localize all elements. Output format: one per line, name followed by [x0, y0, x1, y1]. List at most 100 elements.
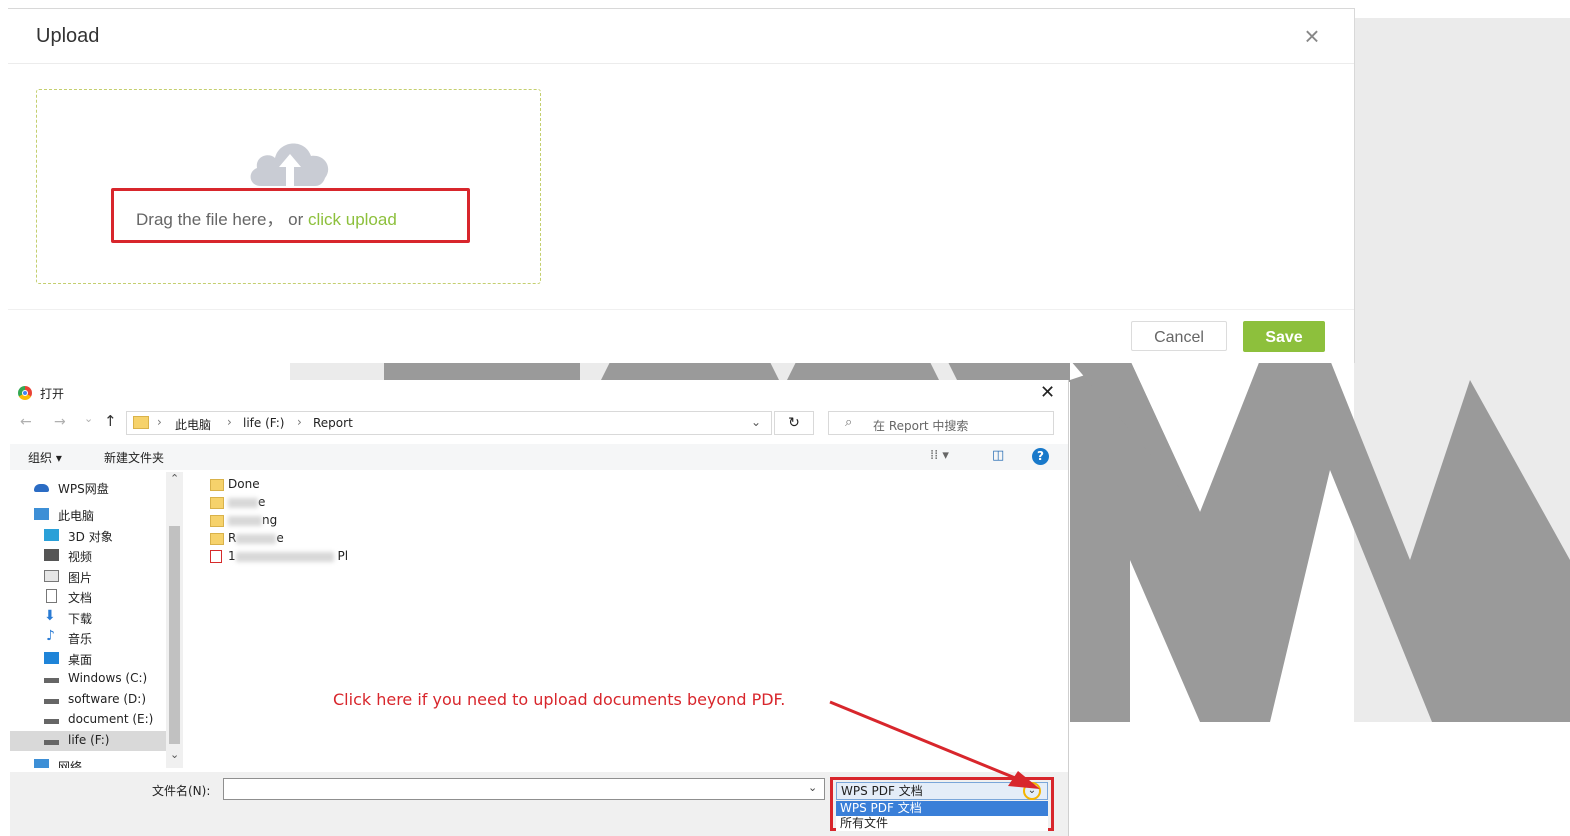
footer-divider	[8, 309, 1354, 310]
pictures-icon	[44, 570, 59, 582]
file-name-end: ng	[262, 513, 278, 527]
file-name: e	[228, 495, 265, 509]
dialog-toolbar: 组织 ▾ 新建文件夹 ⁞⁞ ▾ ◫ ?	[10, 444, 1068, 470]
save-button[interactable]: Save	[1243, 321, 1325, 352]
drive-icon	[44, 719, 59, 724]
filetype-select[interactable]: WPS PDF 文档 ⌄	[836, 782, 1048, 800]
file-name: ng	[228, 513, 277, 527]
nav-item-music[interactable]: ♪ 音乐	[10, 628, 166, 648]
list-item[interactable]: Re	[206, 530, 456, 548]
recent-locations-icon[interactable]: ⌄	[84, 412, 93, 425]
nav-item-drive-d[interactable]: software (D:)	[10, 690, 166, 710]
file-name-end: e	[258, 495, 266, 509]
drop-instruction: Drag the file here， or	[136, 210, 308, 229]
scroll-down-icon[interactable]: ⌄	[170, 748, 179, 761]
folder-icon	[210, 515, 224, 527]
nav-item-label: 网络	[58, 760, 83, 768]
file-name: Re	[228, 531, 284, 545]
redacted-text	[235, 551, 334, 562]
list-item[interactable]: ng	[206, 512, 456, 530]
nav-item-drive-c[interactable]: Windows (C:)	[10, 669, 166, 689]
pdf-icon	[210, 550, 222, 563]
search-icon: ⌕	[845, 415, 853, 430]
redacted-text	[228, 497, 258, 508]
upload-modal: Upload × Drag the file here， or click up…	[8, 8, 1355, 363]
nav-item-network[interactable]: 网络	[10, 756, 166, 768]
navigation-bar: ← → ⌄ ↑ › 此电脑 › life (F:) › Report ⌄ ↻ ⌕…	[10, 410, 1068, 438]
cancel-button[interactable]: Cancel	[1131, 321, 1227, 351]
nav-item-this-pc[interactable]: 此电脑	[10, 505, 166, 525]
nav-item-documents[interactable]: 文档	[10, 587, 166, 607]
click-upload-link[interactable]: click upload	[308, 210, 397, 229]
chevron-down-icon[interactable]: ⌄	[808, 781, 817, 794]
nav-item-desktop[interactable]: 桌面	[10, 649, 166, 669]
nav-item-label: 3D 对象	[68, 530, 113, 544]
refresh-button[interactable]: ↻	[774, 411, 814, 435]
organize-menu[interactable]: 组织 ▾	[28, 449, 62, 466]
chevron-down-icon[interactable]: ⌄	[751, 415, 761, 429]
preview-pane-icon[interactable]: ◫	[992, 448, 1004, 463]
nav-item-label: 视频	[68, 550, 93, 564]
file-name-start: R	[228, 531, 237, 545]
forward-arrow-icon[interactable]: →	[54, 414, 66, 430]
drive-icon	[44, 678, 59, 683]
list-item[interactable]: Done	[206, 476, 456, 494]
filename-input[interactable]	[223, 778, 825, 800]
back-arrow-icon[interactable]: ←	[20, 414, 32, 430]
breadcrumb-separator: ›	[297, 415, 302, 429]
breadcrumb-item[interactable]: life (F:)	[243, 416, 284, 430]
chevron-down-icon[interactable]: ⌄	[1023, 782, 1041, 800]
file-name: 1 Pl	[228, 549, 348, 563]
dialog-close-icon[interactable]: ✕	[1040, 382, 1055, 403]
address-bar[interactable]: › 此电脑 › life (F:) › Report ⌄	[126, 411, 772, 435]
redacted-text	[236, 533, 277, 544]
nav-item-drive-e[interactable]: document (E:)	[10, 710, 166, 730]
nav-scrollbar[interactable]: ⌃ ⌄	[166, 472, 183, 768]
scrollbar-thumb[interactable]	[169, 526, 180, 744]
nav-item-pictures[interactable]: 图片	[10, 567, 166, 587]
breadcrumb-item[interactable]: Report	[313, 416, 353, 430]
scroll-up-icon[interactable]: ⌃	[170, 472, 179, 485]
nav-item-label: 图片	[68, 571, 93, 585]
3d-objects-icon	[44, 529, 59, 541]
nav-item-label: 桌面	[68, 653, 93, 667]
new-folder-button[interactable]: 新建文件夹	[104, 449, 164, 466]
nav-item-drive-f[interactable]: life (F:)	[10, 731, 166, 751]
close-icon[interactable]: ×	[1300, 23, 1324, 49]
nav-item-label: software (D:)	[68, 692, 146, 706]
nav-item-downloads[interactable]: ⬇ 下载	[10, 608, 166, 628]
file-name-start: 1	[228, 549, 236, 563]
cloud-upload-icon	[250, 143, 329, 186]
file-list: Done e ng Re 1 Pl	[206, 474, 606, 574]
network-icon	[34, 759, 49, 768]
upload-dropzone[interactable]: Drag the file here， or click upload	[36, 89, 541, 284]
filetype-option[interactable]: WPS PDF 文档	[836, 801, 1048, 816]
nav-item-videos[interactable]: 视频	[10, 546, 166, 566]
up-arrow-icon[interactable]: ↑	[104, 412, 117, 430]
list-item[interactable]: 1 Pl	[206, 548, 456, 566]
dialog-title: 打开	[40, 387, 65, 401]
breadcrumb-item[interactable]: 此电脑	[175, 416, 211, 433]
search-input[interactable]: ⌕ 在 Report 中搜索	[828, 411, 1054, 435]
file-open-dialog: 打开 ✕ ← → ⌄ ↑ › 此电脑 › life (F:) › Report …	[10, 380, 1069, 836]
drop-text: Drag the file here， or click upload	[136, 205, 397, 230]
breadcrumb-separator: ›	[227, 415, 232, 429]
help-icon[interactable]: ?	[1032, 448, 1049, 465]
breadcrumb-separator: ›	[157, 415, 162, 429]
nav-item-wps-cloud[interactable]: WPS网盘	[10, 478, 166, 498]
view-options-icon[interactable]: ⁞⁞ ▾	[930, 448, 949, 463]
cloud-drive-icon	[34, 484, 49, 492]
search-placeholder: 在 Report 中搜索	[873, 419, 969, 433]
folder-icon	[210, 497, 224, 509]
nav-item-3d-objects[interactable]: 3D 对象	[10, 526, 166, 546]
music-icon: ♪	[46, 628, 55, 644]
list-item[interactable]: e	[206, 494, 456, 512]
nav-item-label: 此电脑	[58, 509, 95, 523]
filetype-option[interactable]: 所有文件	[836, 816, 1048, 831]
drive-icon	[44, 699, 59, 704]
drive-icon	[44, 740, 59, 745]
dialog-footer: 文件名(N): ⌄ WPS PDF 文档 ⌄ WPS PDF 文档 所有文件	[10, 772, 1068, 836]
nav-item-label: 音乐	[68, 632, 93, 646]
nav-item-label: Windows (C:)	[68, 671, 148, 685]
desktop-icon	[44, 652, 59, 664]
